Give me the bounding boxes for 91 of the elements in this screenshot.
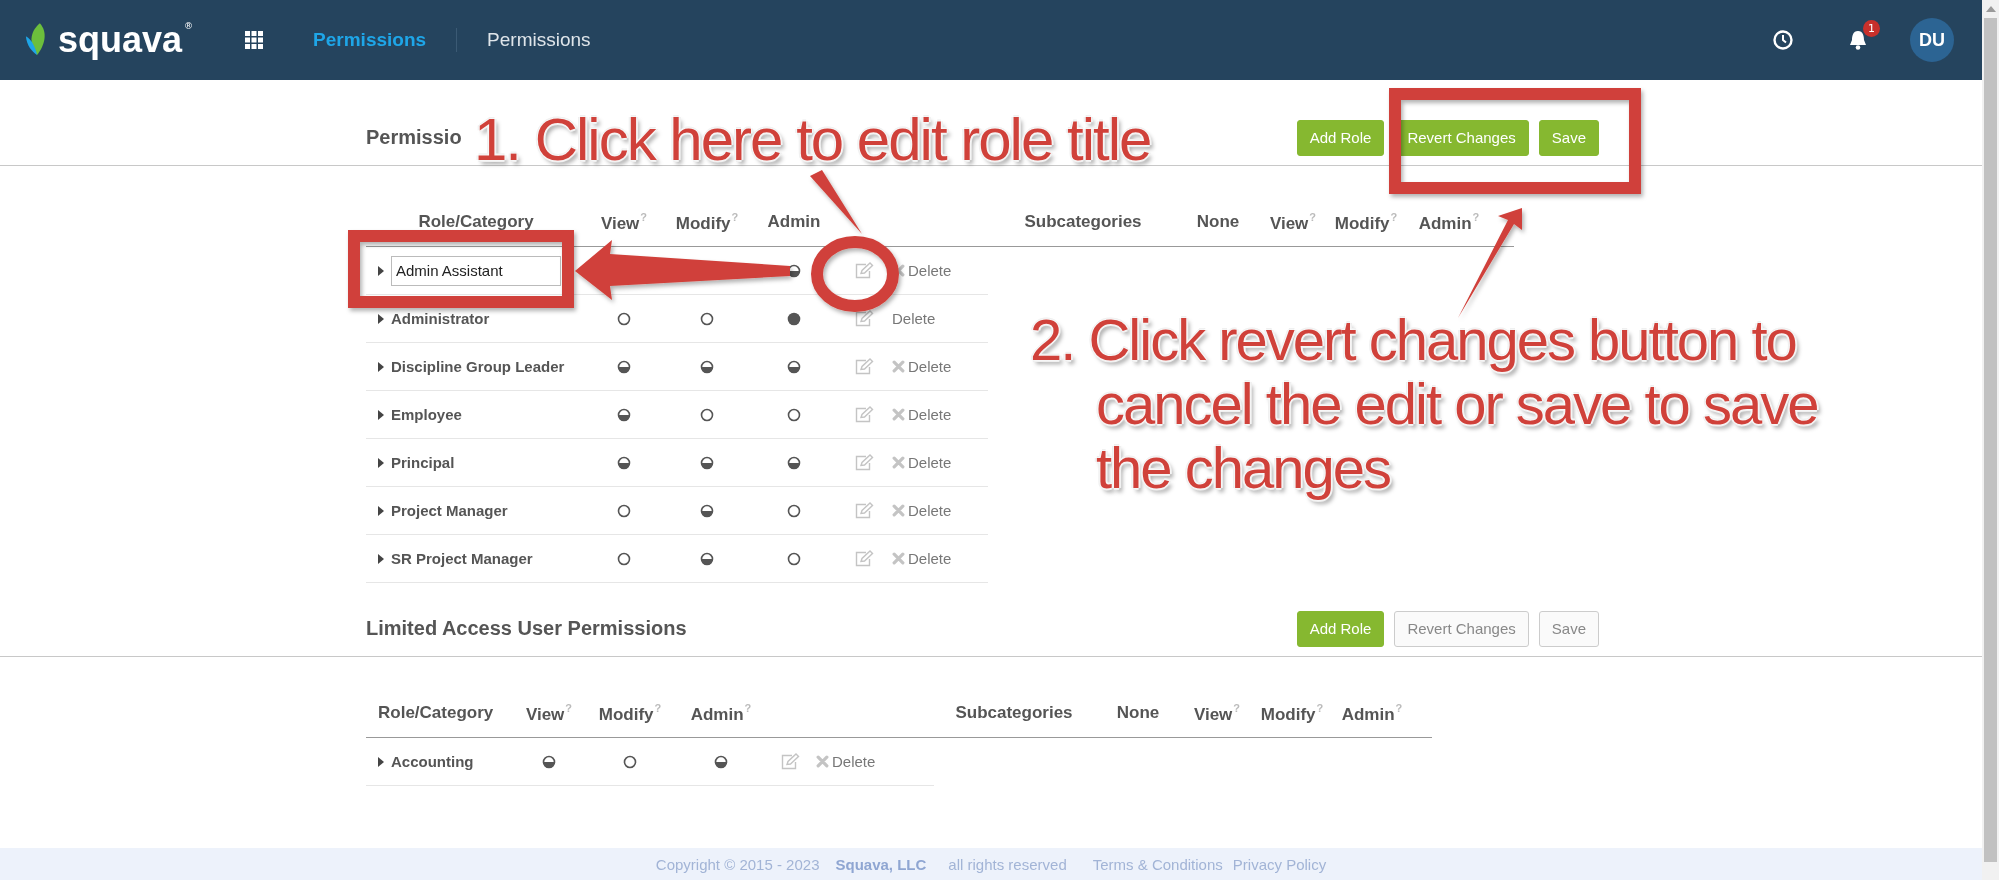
empty-circle-icon[interactable] — [787, 407, 801, 422]
expand-caret-icon[interactable] — [378, 553, 384, 564]
half-circle-icon[interactable] — [700, 455, 714, 470]
footer-text: all rights reserved — [948, 855, 1067, 873]
expand-caret-icon[interactable] — [378, 409, 384, 420]
nav-tab[interactable]: Permissions — [313, 29, 427, 51]
half-circle-icon[interactable] — [617, 359, 631, 374]
empty-circle-icon[interactable] — [787, 503, 801, 518]
expand-caret-icon[interactable] — [378, 313, 384, 324]
scroll-thumb[interactable] — [1984, 18, 1997, 862]
half-circle-icon[interactable] — [714, 754, 728, 769]
expand-caret-icon[interactable] — [378, 265, 384, 276]
column-header: View$^{?}$ — [524, 701, 574, 725]
empty-circle-icon[interactable] — [617, 311, 631, 326]
footer-text: Copyright © 2015 - 2023 — [655, 855, 820, 873]
nav-tab[interactable]: Permissions — [487, 29, 591, 51]
callout-text: 1. Click here to edit role title — [474, 106, 1151, 174]
role-name[interactable]: Employee — [391, 406, 462, 423]
role-name[interactable]: SR Project Manager — [391, 550, 533, 567]
half-circle-icon[interactable] — [787, 455, 801, 470]
delete-button[interactable]: Delete — [892, 550, 952, 567]
empty-circle-icon[interactable] — [617, 551, 631, 566]
empty-circle-icon[interactable] — [700, 407, 714, 422]
column-header: View$^{?}$ — [1192, 701, 1242, 725]
close-icon — [816, 755, 829, 768]
column-header: Admin$^{?}$ — [1340, 701, 1404, 725]
action-button[interactable]: Save — [1538, 119, 1599, 156]
half-circle-icon[interactable] — [542, 754, 556, 769]
half-circle-icon[interactable] — [617, 407, 631, 422]
expand-caret-icon[interactable] — [378, 457, 384, 468]
column-header: Admin$^{?}$ — [1417, 210, 1481, 234]
delete-button[interactable]: Delete — [816, 753, 876, 770]
half-circle-icon[interactable] — [700, 503, 714, 518]
role-name[interactable]: Administrator — [391, 310, 490, 327]
edit-icon[interactable] — [854, 309, 874, 328]
column-header: Subcategories — [954, 703, 1074, 723]
column-header: Modify$^{?}$ — [1333, 210, 1399, 234]
section-title: Permissio — [366, 126, 462, 149]
expand-caret-icon[interactable] — [378, 361, 384, 372]
callout-text: 2. Click revert changes button to cancel the edit or save to save the changes — [1030, 308, 1819, 500]
column-header: None — [1115, 703, 1161, 723]
delete-button[interactable]: Delete — [892, 406, 952, 423]
column-header: Role/Category — [417, 212, 535, 232]
role-name-field[interactable]: Admin Assistant — [391, 255, 561, 286]
bell-icon[interactable] — [1848, 29, 1868, 51]
scroll-up-icon — [1985, 6, 1996, 12]
empty-circle-icon[interactable] — [787, 551, 801, 566]
column-header: None — [1195, 212, 1241, 232]
user-avatar[interactable]: DU — [1910, 18, 1954, 62]
expand-caret-icon[interactable] — [378, 505, 384, 516]
scrollbar[interactable] — [1982, 0, 1999, 880]
notification-badge: 1 — [1863, 20, 1880, 37]
delete-button[interactable]: Delete — [892, 262, 952, 279]
column-header: View$^{?}$ — [599, 210, 649, 234]
close-icon — [892, 408, 905, 421]
empty-circle-icon[interactable] — [623, 754, 637, 769]
column-header: Modify$^{?}$ — [597, 701, 663, 725]
role-name[interactable]: Discipline Group Leader — [391, 358, 565, 375]
half-circle-icon[interactable] — [700, 551, 714, 566]
half-circle-icon[interactable] — [617, 455, 631, 470]
column-header: View$^{?}$ — [1268, 210, 1318, 234]
clock-icon[interactable] — [1772, 29, 1794, 51]
filled-circle-icon[interactable] — [787, 311, 801, 326]
empty-circle-icon[interactable] — [617, 503, 631, 518]
empty-circle-icon[interactable] — [700, 311, 714, 326]
delete-button[interactable]: Delete — [892, 502, 952, 519]
close-icon — [892, 504, 905, 517]
delete-button[interactable]: Delete — [892, 358, 952, 375]
role-name[interactable]: Accounting — [391, 753, 474, 770]
close-icon — [892, 552, 905, 565]
column-header: Admin$^{?}$ — [689, 701, 753, 725]
registered-mark: ® — [184, 21, 194, 31]
role-name[interactable]: Principal — [391, 454, 455, 471]
close-icon — [892, 360, 905, 373]
delete-button[interactable]: Delete — [892, 454, 952, 471]
column-header: Modify$^{?}$ — [674, 210, 740, 234]
delete-button[interactable]: Delete — [892, 310, 936, 327]
action-button[interactable]: Add Role — [1296, 119, 1385, 156]
half-circle-icon[interactable] — [787, 359, 801, 374]
column-header: Modify$^{?}$ — [1259, 701, 1325, 725]
expand-caret-icon[interactable] — [378, 756, 384, 767]
brand-name: squava — [58, 21, 183, 59]
section-title: Limited Access User Permissions — [366, 617, 687, 640]
app-grid-icon[interactable] — [245, 31, 264, 49]
column-header: Admin — [766, 212, 822, 232]
half-circle-icon[interactable] — [700, 359, 714, 374]
action-button[interactable]: Add Role — [1296, 610, 1385, 647]
column-header: Subcategories — [1023, 212, 1143, 232]
close-icon — [892, 456, 905, 469]
role-name[interactable]: Project Manager — [391, 502, 508, 519]
column-header: Role/Category — [377, 703, 495, 723]
